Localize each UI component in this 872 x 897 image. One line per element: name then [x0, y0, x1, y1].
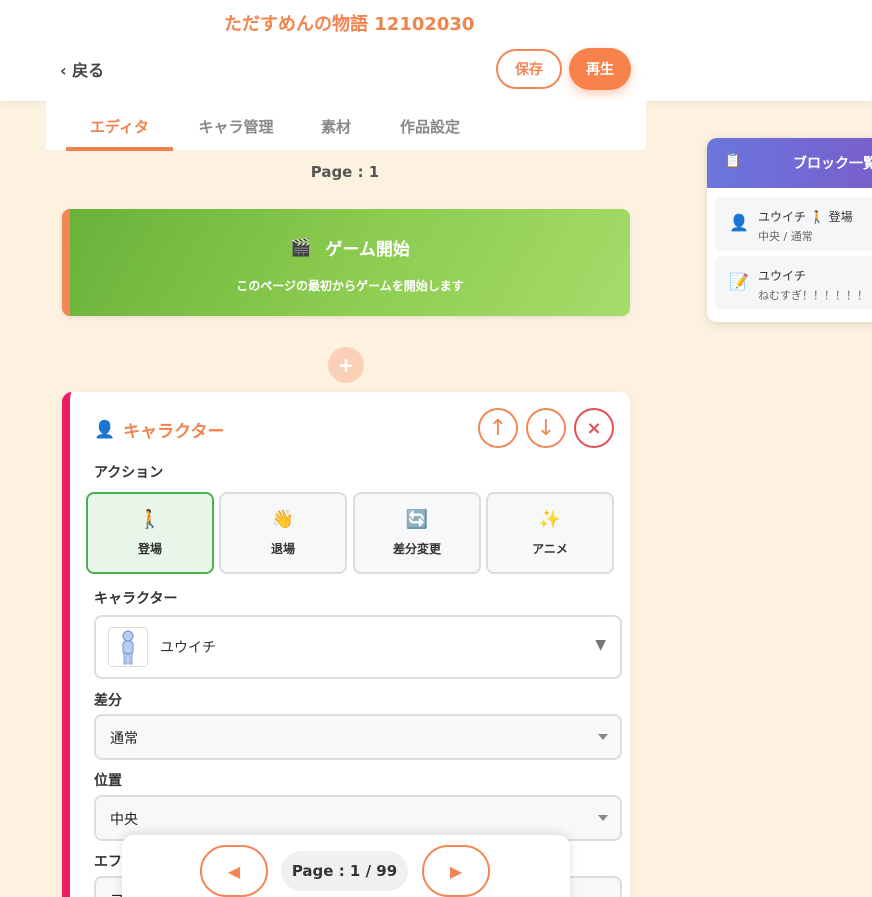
move-down-button[interactable]: ↓ [526, 408, 566, 448]
position-select-value: 中央 [110, 812, 138, 828]
page-indicator: Page : 1 / 99 [281, 851, 408, 891]
position-field-label: 位置 [94, 773, 122, 789]
clipboard-icon: 📋 [724, 153, 742, 169]
character-thumbnail [108, 627, 148, 667]
chevron-down-icon [598, 815, 608, 821]
action-enter-button[interactable]: 🚶 登場 [86, 492, 214, 574]
block-list-header: 📋 ブロック一覧 [707, 138, 872, 188]
back-button[interactable]: ‹ 戻る [60, 57, 104, 81]
previous-page-button[interactable]: ◀ [200, 845, 268, 897]
move-up-button[interactable]: ↑ [478, 408, 518, 448]
action-animation-button[interactable]: ✨ アニメ [486, 492, 614, 574]
character-select-value: ユウイチ [160, 640, 216, 656]
chevron-down-icon [598, 734, 608, 740]
app-title: ただすめんの物語 12102030 [224, 14, 475, 35]
character-block-title: 👤 キャラクター [94, 417, 225, 443]
action-change-variant-button[interactable]: 🔄 差分変更 [353, 492, 481, 574]
action-exit-button[interactable]: 👋 退場 [219, 492, 347, 574]
tab-work-settings[interactable]: 作品設定 [386, 101, 474, 151]
action-enter-label: 登場 [137, 541, 162, 556]
memo-icon: 📝 [729, 272, 749, 291]
action-label: アクション [94, 465, 164, 481]
refresh-icon: 🔄 [405, 508, 429, 530]
waving-hand-icon: 👋 [271, 508, 295, 530]
character-field-label: キャラクター [94, 591, 178, 607]
block-list-title: ブロック一覧 [793, 156, 872, 172]
game-start-label: ゲーム開始 [325, 240, 410, 260]
tab-character-management[interactable]: キャラ管理 [186, 101, 286, 151]
delete-block-button[interactable]: × [574, 408, 614, 448]
block-list-item-name: ユウイチ 🚶 登場 [758, 210, 853, 224]
game-start-description: このページの最初からゲームを開始します [236, 279, 464, 293]
person-icon: 👤 [94, 419, 116, 440]
action-exit-label: 退場 [270, 541, 295, 556]
block-list-item[interactable]: 📝 ユウイチ ねむすぎ！！！！！！ [715, 256, 872, 310]
block-list-item-detail: 中央 / 通常 [758, 230, 813, 243]
action-animation-label: アニメ [532, 541, 568, 556]
character-block-label: キャラクター [123, 422, 225, 442]
block-list-panel: 📋 ブロック一覧 👤 ユウイチ 🚶 登場 中央 / 通常 📝 ユウイチ ねむすぎ… [707, 138, 872, 322]
save-button[interactable]: 保存 [496, 49, 562, 89]
game-start-block[interactable]: 🎬 ゲーム開始 このページの最初からゲームを開始します [62, 209, 630, 316]
add-block-button[interactable]: + [328, 347, 364, 383]
sparkles-icon: ✨ [538, 508, 562, 530]
editor-tabs: エディタ キャラ管理 素材 作品設定 [46, 101, 646, 151]
page-navigation: ◀ Page : 1 / 99 ▶ [122, 835, 570, 897]
block-list-item-name: ユウイチ [758, 269, 807, 283]
play-button[interactable]: 再生 [569, 48, 631, 90]
block-list-item-detail: ねむすぎ！！！！！！ [758, 289, 868, 302]
variant-select-value: 通常 [110, 731, 138, 747]
action-change-variant-label: 差分変更 [392, 541, 441, 556]
variant-field-label: 差分 [94, 693, 122, 709]
variant-select[interactable]: 通常 [94, 714, 622, 760]
app-header: ただすめんの物語 12102030 ‹ 戻る 保存 再生 [0, 0, 872, 101]
character-block: 👤 キャラクター ↑ ↓ × アクション 🚶 登場 👋 退場 🔄 差分変更 ✨ … [62, 392, 630, 897]
clapperboard-icon: 🎬 [290, 237, 312, 258]
chevron-down-icon: ▼ [595, 637, 606, 653]
block-list-item[interactable]: 👤 ユウイチ 🚶 登場 中央 / 通常 [715, 197, 872, 251]
character-select[interactable]: ユウイチ ▼ [94, 615, 622, 679]
game-start-title: 🎬 ゲーム開始 [70, 235, 630, 261]
person-icon: 👤 [729, 213, 749, 232]
page-label: Page : 1 [310, 163, 380, 181]
effect-field-label: エフ [94, 854, 122, 870]
tab-assets[interactable]: 素材 [306, 101, 366, 151]
tab-editor[interactable]: エディタ [66, 101, 173, 151]
next-page-button[interactable]: ▶ [422, 845, 490, 897]
walking-icon: 🚶 [138, 508, 162, 530]
